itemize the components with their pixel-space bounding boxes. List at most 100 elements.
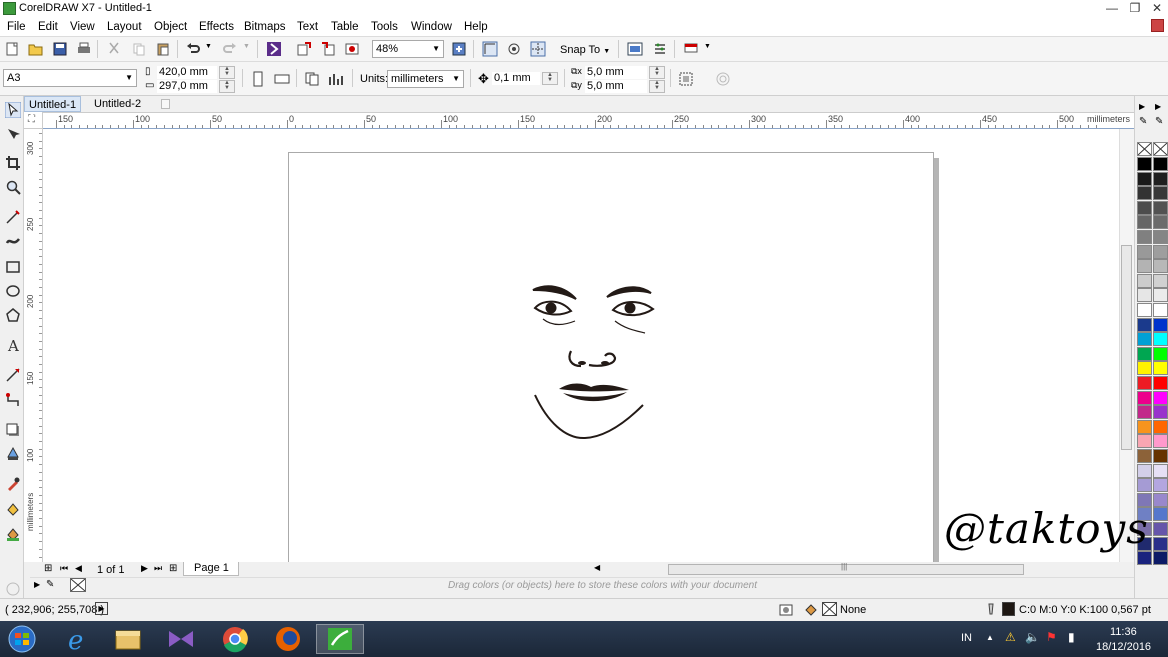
- color-proofing-icon[interactable]: [778, 602, 794, 618]
- color-swatch[interactable]: [1153, 288, 1168, 303]
- color-swatch[interactable]: [1153, 536, 1168, 551]
- launcher-dropdown-icon[interactable]: ▼: [704, 43, 711, 50]
- color-swatch[interactable]: [1137, 273, 1152, 288]
- first-page-icon[interactable]: ⏮: [60, 563, 68, 574]
- zoom-tool-icon[interactable]: [5, 179, 21, 195]
- color-swatch[interactable]: [1137, 200, 1152, 215]
- color-swatch[interactable]: [1153, 215, 1168, 230]
- color-swatch[interactable]: [1153, 186, 1168, 201]
- import-icon[interactable]: [296, 41, 312, 57]
- color-swatch[interactable]: [1137, 157, 1152, 171]
- color-swatch[interactable]: [1153, 449, 1168, 463]
- menu-help[interactable]: Help: [464, 20, 488, 35]
- color-swatch[interactable]: [1153, 332, 1168, 347]
- vertical-scroll-thumb[interactable]: [1121, 245, 1132, 450]
- publish-pdf-icon[interactable]: [344, 41, 360, 57]
- show-rulers-icon[interactable]: [482, 41, 498, 57]
- palette-eyedropper-icon[interactable]: ✎: [1139, 116, 1147, 127]
- file-explorer-icon[interactable]: [108, 624, 148, 654]
- crop-tool-icon[interactable]: [5, 155, 21, 171]
- color-swatch[interactable]: [1153, 463, 1168, 478]
- clock-date[interactable]: 18/12/2016: [1096, 641, 1151, 653]
- polygon-tool-icon[interactable]: [5, 307, 21, 323]
- start-button-icon[interactable]: [2, 624, 42, 654]
- color-swatch[interactable]: [1153, 419, 1168, 434]
- coreldraw-taskbar-button[interactable]: [316, 624, 364, 654]
- menu-effects[interactable]: Effects: [199, 20, 234, 35]
- color-swatch[interactable]: [1137, 186, 1152, 201]
- color-swatch[interactable]: [1153, 361, 1168, 376]
- close-button[interactable]: ✕: [1146, 1, 1168, 16]
- color-swatch[interactable]: [1153, 551, 1168, 566]
- export-icon[interactable]: [320, 41, 336, 57]
- nudge-spinner[interactable]: ▲ ▼: [542, 72, 558, 85]
- ruler-origin[interactable]: ⛶: [24, 112, 43, 129]
- restore-button[interactable]: ❐: [1124, 1, 1146, 16]
- interactive-fill-icon[interactable]: [5, 501, 21, 517]
- color-swatch[interactable]: [1153, 376, 1168, 390]
- color-swatch[interactable]: [1153, 522, 1168, 536]
- page-width-input[interactable]: 420,0 mm: [157, 66, 217, 79]
- color-swatch[interactable]: [1137, 171, 1152, 186]
- color-swatch[interactable]: [1153, 230, 1168, 244]
- network-warning-icon[interactable]: ⚠: [1005, 630, 1016, 644]
- show-hidden-icons-icon[interactable]: ▲: [986, 633, 994, 642]
- horizontal-ruler[interactable]: millimeters 150 100 50 0 50 100 150 200 250 300 35…: [43, 112, 1134, 129]
- color-swatch[interactable]: [1137, 376, 1152, 390]
- drop-shadow-icon[interactable]: [5, 422, 21, 438]
- palette-menu-icon[interactable]: ▶: [1155, 102, 1161, 111]
- visual-studio-icon[interactable]: [161, 624, 201, 654]
- menu-layout[interactable]: Layout: [107, 20, 142, 35]
- ellipse-tool-icon[interactable]: [5, 283, 21, 299]
- menu-object[interactable]: Object: [154, 20, 187, 35]
- width-spinner[interactable]: ▲ ▼: [219, 66, 235, 79]
- color-eyedropper-icon[interactable]: [5, 476, 21, 492]
- color-swatch[interactable]: [1137, 463, 1152, 478]
- volume-icon[interactable]: 🔈: [1025, 630, 1040, 644]
- connector-tool-icon[interactable]: [5, 392, 21, 408]
- color-swatch[interactable]: [1137, 434, 1152, 449]
- color-swatch[interactable]: [1137, 551, 1152, 566]
- internet-explorer-icon[interactable]: e: [58, 624, 98, 654]
- color-swatch[interactable]: [1137, 244, 1152, 259]
- firefox-icon[interactable]: [268, 624, 308, 654]
- smart-fill-icon[interactable]: [5, 526, 21, 542]
- save-icon[interactable]: [52, 41, 68, 57]
- palette-flyout-icon[interactable]: ▶: [34, 580, 40, 589]
- redo-dropdown-icon[interactable]: ▼: [243, 43, 250, 50]
- fill-none-swatch[interactable]: [822, 602, 837, 616]
- outline-pen-icon[interactable]: [983, 602, 999, 618]
- action-center-flag-icon[interactable]: ⚑: [1046, 630, 1057, 644]
- battery-icon[interactable]: ▮: [1068, 630, 1075, 644]
- color-swatch[interactable]: [1153, 273, 1168, 288]
- page-height-input[interactable]: 297,0 mm: [157, 80, 217, 93]
- cut-icon[interactable]: [106, 41, 122, 57]
- duplicate-x-spinner[interactable]: ▲ ▼: [649, 66, 665, 79]
- previous-page-icon[interactable]: ◀: [75, 563, 82, 574]
- add-page-after-icon[interactable]: ⊞: [169, 563, 177, 574]
- show-guidelines-icon[interactable]: [530, 41, 546, 57]
- menu-text[interactable]: Text: [297, 20, 318, 35]
- color-swatch[interactable]: [1137, 215, 1152, 230]
- horizontal-scroll-thumb[interactable]: |||: [668, 562, 1024, 575]
- page-tab[interactable]: Page 1: [183, 562, 239, 576]
- toolbox-customize-icon[interactable]: [5, 581, 21, 597]
- new-document-icon[interactable]: [4, 41, 20, 57]
- color-swatch[interactable]: [1153, 157, 1168, 171]
- palette-scroll-up-icon[interactable]: ▶: [1139, 102, 1145, 111]
- color-swatch[interactable]: [1137, 332, 1152, 347]
- no-color-swatch[interactable]: [70, 578, 86, 592]
- menu-window[interactable]: Window: [411, 20, 452, 35]
- input-language[interactable]: IN: [961, 632, 972, 644]
- color-swatch[interactable]: [1137, 419, 1152, 434]
- rectangle-tool-icon[interactable]: [5, 259, 21, 275]
- tab-untitled-1[interactable]: Untitled-1: [24, 96, 82, 112]
- color-swatch[interactable]: [1137, 288, 1152, 303]
- snap-to-dropdown[interactable]: Snap To ▼: [556, 42, 614, 58]
- tab-untitled-2[interactable]: Untitled-2: [90, 96, 145, 112]
- new-tab-icon[interactable]: [161, 99, 170, 109]
- welcome-screen-icon[interactable]: [627, 41, 643, 57]
- status-flyout-icon[interactable]: ▶: [95, 602, 108, 615]
- color-swatch[interactable]: [1153, 200, 1168, 215]
- color-swatch[interactable]: [1137, 361, 1152, 376]
